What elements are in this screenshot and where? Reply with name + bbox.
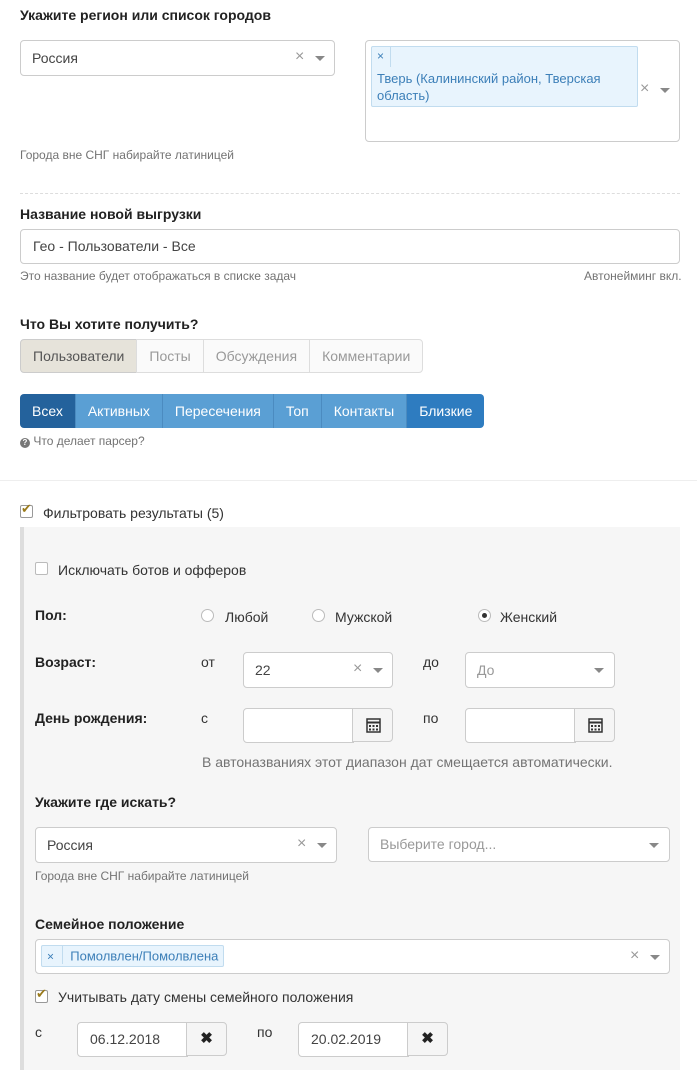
clear-icon[interactable]: × xyxy=(297,835,306,853)
mode-intersections-button[interactable]: Пересечения xyxy=(162,394,274,428)
fam-to-label: по xyxy=(257,1024,273,1040)
city-tag: × Тверь (Калининский район, Тверская обл… xyxy=(371,46,638,107)
gender-any-label: Любой xyxy=(225,609,269,625)
city-multiselect[interactable]: × Тверь (Калининский район, Тверская обл… xyxy=(365,40,680,142)
chevron-down-icon[interactable] xyxy=(315,56,325,61)
get-label: Что Вы хотите получить? xyxy=(20,316,199,332)
age-label: Возраст: xyxy=(35,654,97,670)
question-icon: ? xyxy=(20,438,30,448)
export-name-input[interactable]: Гео - Пользователи - Все xyxy=(20,229,680,264)
clear-icon[interactable]: × xyxy=(640,80,649,98)
chevron-down-icon[interactable] xyxy=(373,668,383,673)
age-to-select[interactable]: До xyxy=(465,652,615,688)
age-to-label: до xyxy=(423,654,439,670)
where-label: Укажите где искать? xyxy=(35,794,177,810)
gender-female-radio[interactable] xyxy=(478,609,491,622)
tag-remove-icon[interactable]: × xyxy=(377,49,384,63)
chevron-down-icon[interactable] xyxy=(660,88,670,93)
exclude-bots-checkbox[interactable] xyxy=(35,562,48,575)
region-label: Укажите регион или список городов xyxy=(20,7,271,23)
fam-from-input[interactable]: 06.12.2018 xyxy=(77,1022,188,1057)
remove-icon: ✖ xyxy=(421,1030,434,1047)
export-name-label: Название новой выгрузки xyxy=(20,206,202,222)
family-tag-label: Помолвлен/Помолвлена xyxy=(70,948,219,964)
filter-label: Фильтровать результаты (5) xyxy=(43,505,224,521)
calendar-icon xyxy=(366,718,381,733)
fam-from-clear-button[interactable]: ✖ xyxy=(186,1022,227,1056)
family-date-label: Учитывать дату смены семейного положения xyxy=(58,989,354,1005)
chevron-down-icon[interactable] xyxy=(650,955,660,960)
family-tag: × Помолвлен/Помолвлена xyxy=(41,945,225,967)
bday-from-input[interactable] xyxy=(243,708,354,743)
family-label: Семейное положение xyxy=(35,916,185,932)
tab-posts[interactable]: Посты xyxy=(136,339,204,373)
family-date-checkbox[interactable] xyxy=(35,987,48,1003)
fam-from-label: с xyxy=(35,1024,42,1040)
mode-close-button[interactable]: Близкие xyxy=(407,394,485,428)
bday-to-input[interactable] xyxy=(465,708,576,743)
tab-discussions[interactable]: Обсуждения xyxy=(202,339,311,373)
birthday-label: День рождения: xyxy=(35,710,148,726)
family-multiselect[interactable]: × Помолвлен/Помолвлена × xyxy=(35,939,670,974)
where-country-value: Россия xyxy=(47,837,93,853)
mode-buttons: Всех Активных Пересечения Топ Контакты Б… xyxy=(20,394,485,428)
age-from-value: 22 xyxy=(255,662,271,678)
where-country-select[interactable]: Россия × xyxy=(35,827,337,863)
chevron-down-icon[interactable] xyxy=(649,843,659,848)
city-tag-label: Тверь (Калининский район, Тверская облас… xyxy=(377,71,601,103)
age-from-select[interactable]: 22 × xyxy=(243,652,393,688)
gender-male-radio[interactable] xyxy=(312,609,325,622)
mode-contacts-button[interactable]: Контакты xyxy=(321,394,408,428)
gender-any-radio[interactable] xyxy=(201,609,214,622)
age-to-placeholder: До xyxy=(477,662,495,678)
chevron-down-icon[interactable] xyxy=(317,843,327,848)
parser-help-text: Что делает парсер? xyxy=(33,434,145,448)
calendar-icon xyxy=(588,718,603,733)
mode-all-button[interactable]: Всех xyxy=(20,394,76,428)
chevron-down-icon[interactable] xyxy=(594,668,604,673)
country-select[interactable]: Россия × xyxy=(20,40,335,76)
gender-label: Пол: xyxy=(35,607,67,623)
tab-comments[interactable]: Комментарии xyxy=(309,339,424,373)
autoname-status[interactable]: Автонейминг вкл. xyxy=(584,269,682,283)
where-city-select[interactable]: Выберите город... xyxy=(368,827,670,862)
tag-remove-icon[interactable]: × xyxy=(47,949,54,963)
bday-to-calendar-button[interactable] xyxy=(574,708,615,742)
gender-female-label: Женский xyxy=(500,609,558,625)
fam-to-clear-button[interactable]: ✖ xyxy=(407,1022,448,1056)
mode-top-button[interactable]: Топ xyxy=(273,394,322,428)
export-name-help: Это название будет отображаться в списке… xyxy=(20,269,297,283)
clear-icon[interactable]: × xyxy=(630,947,639,965)
bday-note: В автоназваниях этот диапазон дат смещае… xyxy=(202,754,613,770)
bday-from-label: с xyxy=(201,710,208,726)
parser-help-link[interactable]: ? Что делает парсер? xyxy=(20,434,145,448)
fam-to-input[interactable]: 20.02.2019 xyxy=(298,1022,409,1057)
where-city-placeholder: Выберите город... xyxy=(380,836,497,852)
where-help: Города вне СНГ набирайте латиницей xyxy=(35,869,249,883)
exclude-bots-label: Исключать ботов и офферов xyxy=(58,562,247,578)
mode-active-button[interactable]: Активных xyxy=(75,394,163,428)
country-value: Россия xyxy=(32,50,78,66)
clear-icon[interactable]: × xyxy=(295,48,304,66)
remove-icon: ✖ xyxy=(200,1030,213,1047)
bday-to-label: по xyxy=(423,710,439,726)
filter-checkbox[interactable] xyxy=(20,502,33,518)
region-help: Города вне СНГ набирайте латиницей xyxy=(20,148,234,162)
gender-male-label: Мужской xyxy=(335,609,393,625)
age-from-label: от xyxy=(201,654,215,670)
tab-users[interactable]: Пользователи xyxy=(20,339,138,373)
get-tabs: Пользователи Посты Обсуждения Комментари… xyxy=(20,339,424,373)
bday-from-calendar-button[interactable] xyxy=(352,708,393,742)
clear-icon[interactable]: × xyxy=(353,660,362,678)
